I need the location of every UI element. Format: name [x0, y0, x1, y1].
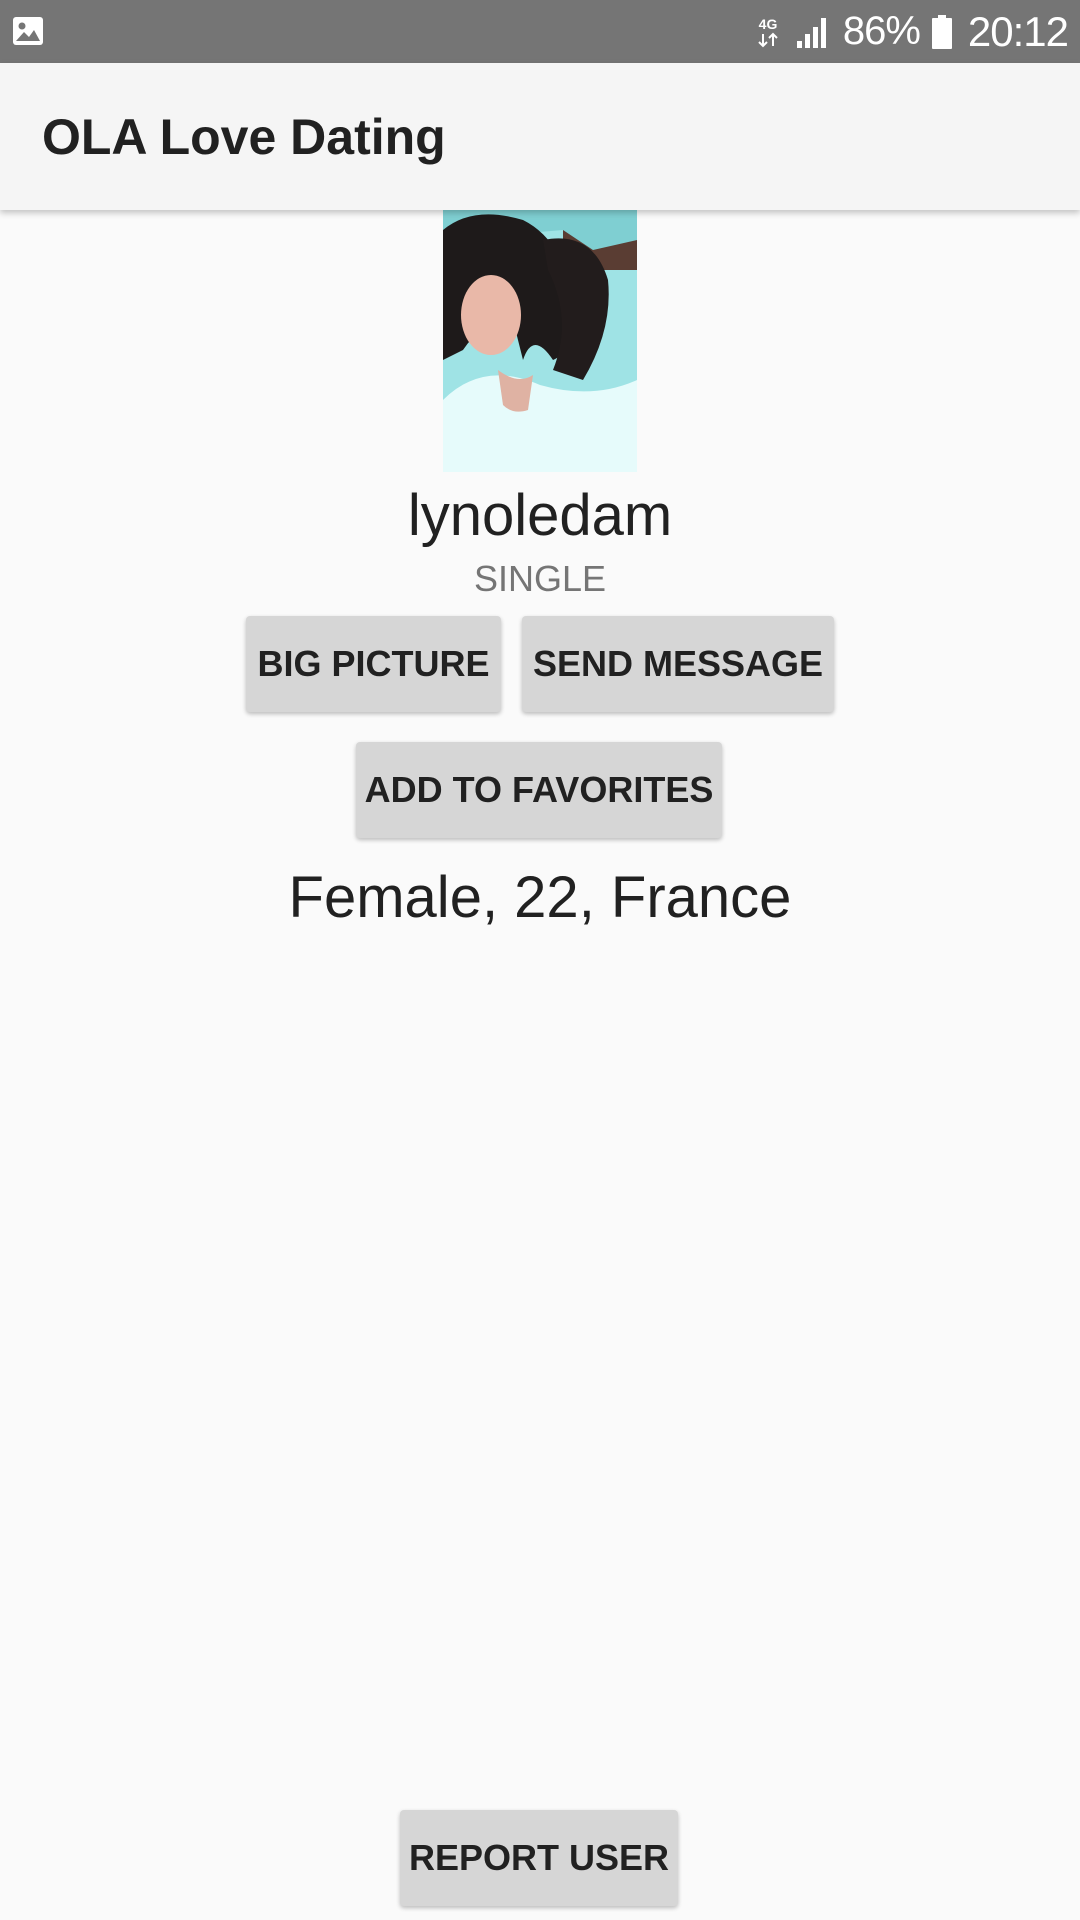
profile-details: Female, 22, France — [288, 865, 792, 930]
signal-icon — [796, 17, 826, 48]
report-user-button[interactable]: REPORT USER — [400, 1810, 678, 1906]
username: lynoledam — [407, 483, 673, 548]
status-bar: 4G 86% 20:12 — [0, 0, 1080, 63]
clock: 20:12 — [967, 7, 1069, 55]
add-to-favorites-button[interactable]: ADD TO FAVORITES — [356, 742, 722, 838]
network-label: 4G — [758, 16, 777, 32]
big-picture-button[interactable]: BIG PICTURE — [246, 616, 501, 712]
profile-photo[interactable] — [443, 210, 637, 472]
gallery-icon — [13, 17, 43, 45]
send-message-button[interactable]: SEND MESSAGE — [522, 616, 834, 712]
network-4g-icon: 4G — [758, 16, 778, 47]
profile-content: lynoledam SINGLE BIG PICTURE SEND MESSAG… — [0, 210, 1080, 1920]
relationship-status: SINGLE — [473, 558, 607, 599]
battery-percent: 86% — [842, 9, 921, 53]
app-title: OLA Love Dating — [42, 109, 446, 165]
app-bar: OLA Love Dating — [0, 63, 1080, 210]
battery-icon — [931, 14, 952, 49]
